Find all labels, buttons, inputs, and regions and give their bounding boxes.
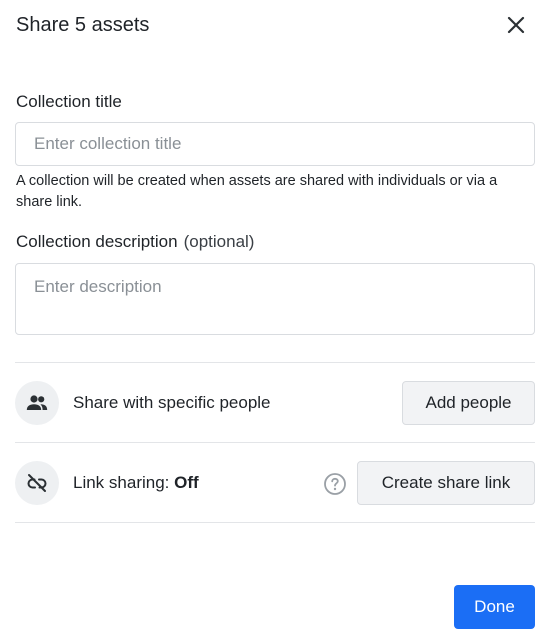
link-sharing-label: Link sharing: Off	[73, 473, 199, 493]
share-people-label: Share with specific people	[73, 393, 271, 412]
divider	[15, 522, 535, 523]
description-label-text: Collection description	[16, 232, 178, 251]
help-icon	[324, 473, 346, 495]
add-people-button[interactable]: Add people	[402, 381, 535, 425]
collection-title-label: Collection title	[16, 92, 122, 111]
divider	[15, 362, 535, 363]
optional-label: (optional)	[183, 232, 255, 251]
collection-helper-text: A collection will be created when assets…	[16, 173, 498, 210]
collection-title-input[interactable]	[15, 122, 535, 166]
collection-description-input[interactable]	[15, 263, 535, 335]
collection-description-label: Collection description (optional)	[16, 232, 254, 252]
help-button[interactable]	[323, 472, 347, 496]
close-button[interactable]	[503, 12, 529, 38]
people-icon	[26, 395, 48, 410]
dialog-title: Share 5 assets	[16, 14, 150, 36]
link-icon-badge	[15, 461, 59, 505]
people-icon-badge	[15, 381, 59, 425]
create-share-link-button[interactable]: Create share link	[357, 461, 535, 505]
link-off-icon	[27, 474, 47, 492]
share-dialog: Share 5 assets Collection title A collec…	[0, 0, 549, 642]
close-icon	[507, 16, 525, 34]
divider	[15, 442, 535, 443]
done-button[interactable]: Done	[454, 585, 535, 629]
link-sharing-status: Off	[174, 473, 199, 492]
link-sharing-prefix: Link sharing:	[73, 473, 170, 492]
